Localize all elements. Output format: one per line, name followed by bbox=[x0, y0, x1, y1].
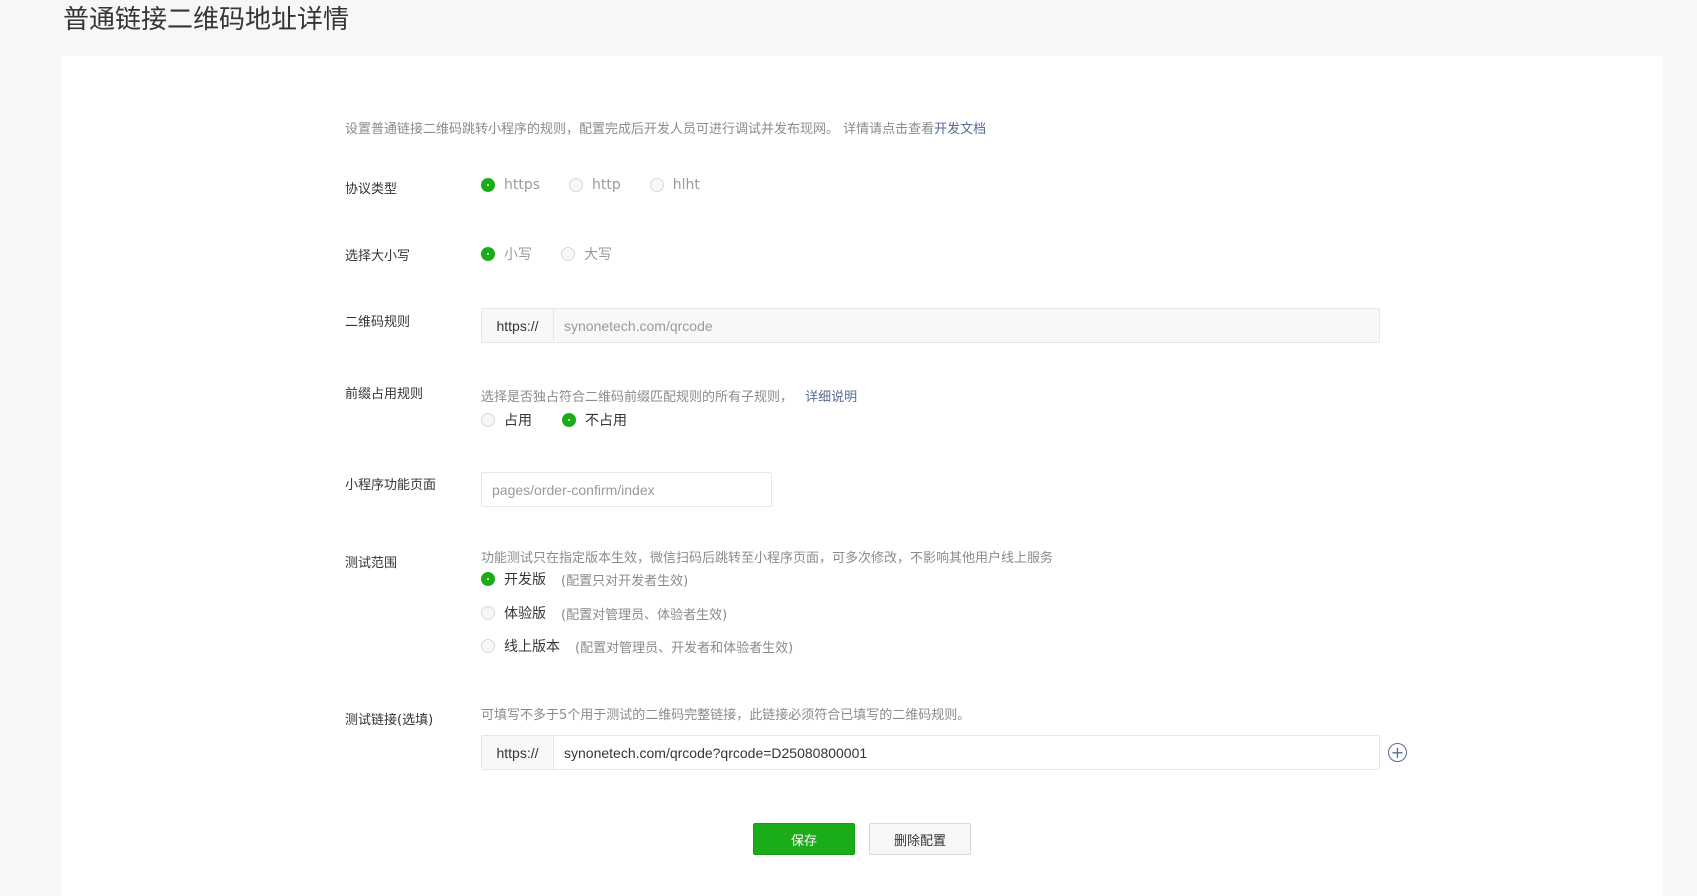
prefix-option-label: 占用 bbox=[504, 413, 532, 429]
prefix-rule-description: 选择是否独占符合二维码前缀匹配规则的所有子规则， bbox=[481, 390, 794, 405]
radio-checked-icon bbox=[562, 413, 576, 427]
prefix-option-not-occupy[interactable]: 不占用 bbox=[562, 410, 627, 430]
test-scope-desc: 功能测试只在指定版本生效，微信扫码后跳转至小程序页面，可多次修改，不影响其他用户… bbox=[481, 551, 1054, 566]
scope-option-note: (配置对管理员、体验者生效) bbox=[561, 607, 728, 623]
scope-option-label: 线上版本 bbox=[504, 639, 560, 655]
scope-option-label: 体验版 bbox=[504, 606, 546, 622]
test-scope-radio-group: 开发版 (配置只对开发者生效) bbox=[481, 569, 688, 590]
scope-option-trial[interactable]: 体验版 (配置对管理员、体验者生效) bbox=[481, 603, 727, 623]
protocol-label: 协议类型 bbox=[345, 182, 398, 197]
prefix-option-occupy[interactable]: 占用 bbox=[481, 410, 532, 430]
intro-description: 设置普通链接二维码跳转小程序的规则，配置完成后开发人员可进行调试并发布现网。 详… bbox=[345, 122, 935, 137]
protocol-option-label: hlht bbox=[672, 177, 700, 193]
radio-unchecked-icon bbox=[561, 247, 575, 261]
scope-option-dev[interactable]: 开发版 (配置只对开发者生效) bbox=[481, 569, 688, 589]
scope-option-online[interactable]: 线上版本 (配置对管理员、开发者和体验者生效) bbox=[481, 636, 793, 656]
case-option-lower[interactable]: 小写 bbox=[481, 244, 532, 264]
qr-rule-prefix: https:// bbox=[482, 309, 554, 342]
test-scope-radio-item: 体验版 (配置对管理员、体验者生效) bbox=[481, 603, 727, 624]
mini-page-input[interactable]: pages/order-confirm/index bbox=[481, 472, 772, 507]
radio-checked-icon bbox=[481, 572, 495, 586]
protocol-option-label: http bbox=[592, 177, 621, 193]
case-option-label: 小写 bbox=[504, 247, 532, 263]
radio-checked-icon bbox=[481, 247, 495, 261]
scope-option-note: (配置对管理员、开发者和体验者生效) bbox=[575, 640, 794, 656]
test-link-prefix: https:// bbox=[482, 736, 554, 769]
test-link-desc: 可填写不多于5个用于测试的二维码完整链接，此链接必须符合已填写的二维码规则。 bbox=[481, 708, 971, 723]
case-label: 选择大小写 bbox=[345, 249, 411, 264]
radio-unchecked-icon bbox=[481, 606, 495, 620]
protocol-radio-group: https http hlht bbox=[481, 177, 700, 193]
protocol-option-hlht[interactable]: hlht bbox=[649, 177, 700, 193]
intro-text: 设置普通链接二维码跳转小程序的规则，配置完成后开发人员可进行调试并发布现网。 详… bbox=[345, 118, 986, 137]
prefix-option-label: 不占用 bbox=[585, 413, 627, 429]
scope-option-label: 开发版 bbox=[504, 572, 546, 588]
radio-checked-icon bbox=[481, 178, 495, 192]
case-option-label: 大写 bbox=[584, 247, 612, 263]
dev-docs-link[interactable]: 开发文档 bbox=[934, 122, 986, 137]
mini-page-label: 小程序功能页面 bbox=[345, 478, 437, 493]
prefix-rule-desc: 选择是否独占符合二维码前缀匹配规则的所有子规则， 详细说明 bbox=[481, 386, 857, 405]
test-link-value[interactable]: synonetech.com/qrcode?qrcode=D2508080000… bbox=[554, 736, 1379, 769]
qr-rule-value[interactable]: synonetech.com/qrcode bbox=[554, 309, 1379, 342]
detail-explain-link[interactable]: 详细说明 bbox=[805, 390, 857, 405]
prefix-rule-radio-group: 占用 不占用 bbox=[481, 410, 627, 430]
case-option-upper[interactable]: 大写 bbox=[561, 244, 612, 264]
save-button[interactable]: 保存 bbox=[753, 823, 855, 855]
protocol-option-https[interactable]: https bbox=[481, 177, 540, 193]
radio-unchecked-icon bbox=[481, 413, 495, 427]
case-radio-group: 小写 大写 bbox=[481, 244, 612, 264]
protocol-option-http[interactable]: http bbox=[569, 177, 621, 193]
scope-option-note: (配置只对开发者生效) bbox=[561, 573, 689, 589]
delete-config-button[interactable]: 删除配置 bbox=[869, 823, 971, 855]
test-link-input[interactable]: https:// synonetech.com/qrcode?qrcode=D2… bbox=[481, 735, 1380, 770]
radio-unchecked-icon bbox=[569, 178, 584, 192]
radio-unchecked-icon bbox=[649, 178, 664, 192]
config-card: 设置普通链接二维码跳转小程序的规则，配置完成后开发人员可进行调试并发布现网。 详… bbox=[62, 56, 1663, 896]
qr-rule-input[interactable]: https:// synonetech.com/qrcode bbox=[481, 308, 1380, 343]
radio-unchecked-icon bbox=[481, 639, 495, 653]
test-scope-label: 测试范围 bbox=[345, 556, 398, 571]
plus-circle-icon[interactable]: + bbox=[1388, 743, 1407, 762]
test-scope-radio-item: 线上版本 (配置对管理员、开发者和体验者生效) bbox=[481, 636, 793, 657]
page-title: 普通链接二维码地址详情 bbox=[63, 5, 350, 35]
prefix-rule-label: 前缀占用规则 bbox=[345, 387, 424, 402]
qr-rule-label: 二维码规则 bbox=[345, 315, 411, 330]
test-link-label: 测试链接(选填) bbox=[345, 713, 434, 728]
protocol-option-label: https bbox=[504, 177, 541, 193]
